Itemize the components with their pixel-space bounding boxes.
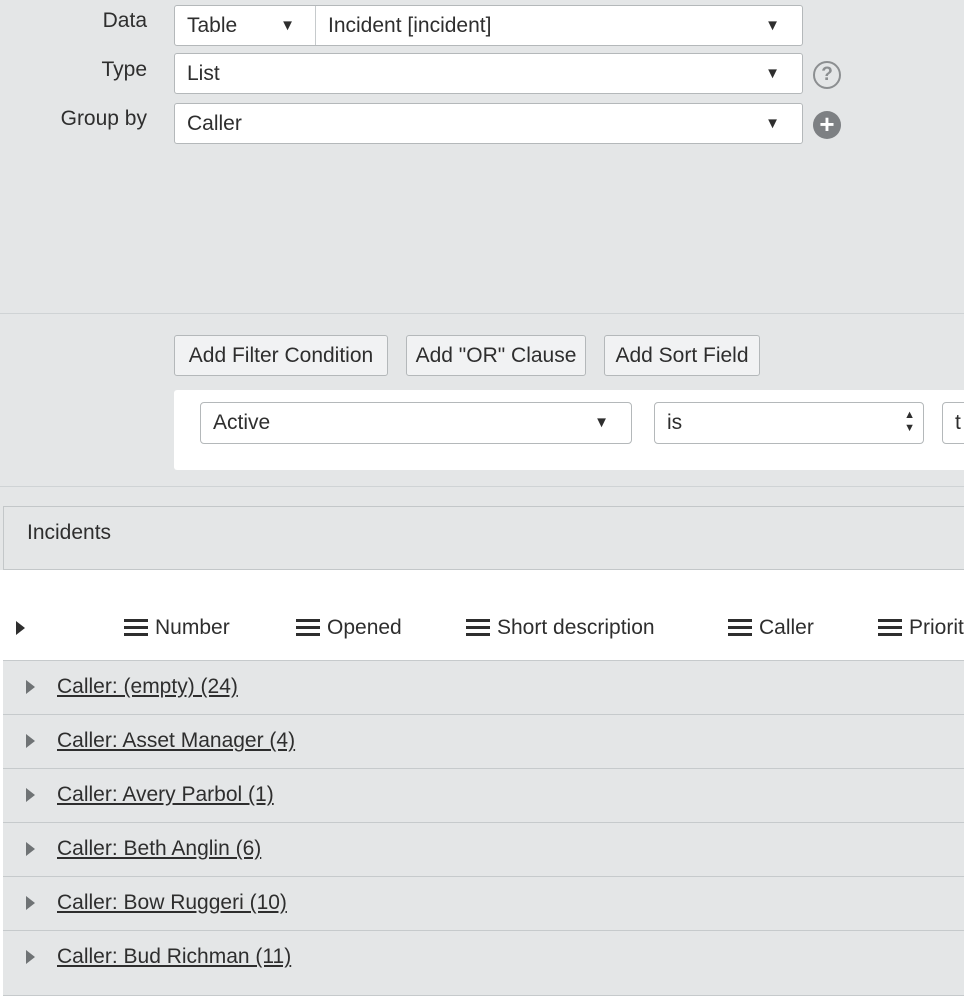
list-preview: Number Opened Short description Caller P… bbox=[0, 570, 964, 996]
triangle-right-icon[interactable] bbox=[26, 896, 35, 910]
add-sort-field-button[interactable]: Add Sort Field bbox=[604, 335, 760, 376]
group-row[interactable]: Caller: (empty) (24) bbox=[3, 660, 964, 714]
condition-field-select[interactable]: Active ▼ bbox=[200, 402, 632, 444]
column-header-number[interactable]: Number bbox=[124, 616, 230, 640]
add-or-clause-button[interactable]: Add "OR" Clause bbox=[406, 335, 586, 376]
group-row[interactable]: Caller: Bud Richman (11) bbox=[3, 930, 964, 996]
group-link[interactable]: Caller: Asset Manager (4) bbox=[57, 729, 295, 753]
column-header-priority[interactable]: Priority bbox=[878, 616, 964, 640]
data-select-group: Table ▼ Incident [incident] ▼ bbox=[174, 5, 803, 46]
help-circle-icon[interactable]: ? bbox=[813, 61, 841, 89]
triangle-right-icon[interactable] bbox=[26, 950, 35, 964]
data-table-select[interactable]: Incident [incident] ▼ bbox=[316, 6, 802, 45]
hamburger-icon[interactable] bbox=[124, 619, 148, 636]
triangle-right-icon[interactable] bbox=[26, 842, 35, 856]
group-link[interactable]: Caller: Bow Ruggeri (10) bbox=[57, 891, 287, 915]
condition-field-value: Active bbox=[213, 411, 271, 434]
data-table-value: Incident [incident] bbox=[328, 14, 492, 37]
add-circle-icon[interactable]: + bbox=[813, 111, 841, 139]
column-header-short-description[interactable]: Short description bbox=[466, 616, 655, 640]
condition-operator-value: is bbox=[667, 411, 683, 434]
caret-down-icon: ▼ bbox=[765, 65, 780, 82]
spinner-updown-icon: ▲ ▼ bbox=[904, 409, 915, 434]
report-config-panel: Data Table ▼ Incident [incident] ▼ Type … bbox=[0, 0, 964, 314]
group-row[interactable]: Caller: Beth Anglin (6) bbox=[3, 822, 964, 876]
triangle-right-icon[interactable] bbox=[26, 788, 35, 802]
data-label: Data bbox=[102, 9, 147, 32]
condition-value-select[interactable]: t bbox=[942, 402, 964, 444]
group-by-label: Group by bbox=[60, 107, 147, 130]
add-filter-condition-button[interactable]: Add Filter Condition bbox=[174, 335, 388, 376]
hamburger-icon[interactable] bbox=[466, 619, 490, 636]
hamburger-icon[interactable] bbox=[728, 619, 752, 636]
column-label: Short description bbox=[497, 616, 655, 639]
column-label: Opened bbox=[327, 616, 402, 639]
group-link[interactable]: Caller: (empty) (24) bbox=[57, 675, 238, 699]
group-row[interactable]: Caller: Avery Parbol (1) bbox=[3, 768, 964, 822]
triangle-right-icon[interactable] bbox=[16, 621, 25, 635]
group-link[interactable]: Caller: Avery Parbol (1) bbox=[57, 783, 274, 807]
column-header-caller[interactable]: Caller bbox=[728, 616, 814, 640]
data-source-type-value: Table bbox=[187, 14, 238, 37]
condition-operator-select[interactable]: is ▲ ▼ bbox=[654, 402, 924, 444]
caret-down-icon: ▼ bbox=[594, 414, 609, 431]
caret-down-icon: ▼ bbox=[765, 17, 780, 34]
filter-condition-row: Active ▼ is ▲ ▼ t bbox=[174, 390, 964, 470]
group-row[interactable]: Caller: Asset Manager (4) bbox=[3, 714, 964, 768]
group-by-value: Caller bbox=[187, 112, 242, 135]
caret-down-icon: ▼ bbox=[765, 115, 780, 132]
triangle-right-icon[interactable] bbox=[26, 680, 35, 694]
column-label: Priority bbox=[909, 616, 964, 639]
group-row[interactable]: Caller: Bow Ruggeri (10) bbox=[3, 876, 964, 930]
condition-value-value: t bbox=[955, 411, 961, 434]
hamburger-icon[interactable] bbox=[878, 619, 902, 636]
caret-down-icon: ▼ bbox=[280, 17, 295, 34]
type-value: List bbox=[187, 62, 220, 85]
triangle-right-icon[interactable] bbox=[26, 734, 35, 748]
filter-panel: Add Filter Condition Add "OR" Clause Add… bbox=[0, 315, 964, 487]
column-label: Caller bbox=[759, 616, 814, 639]
column-label: Number bbox=[155, 616, 230, 639]
type-select[interactable]: List ▼ bbox=[174, 53, 803, 94]
column-header-opened[interactable]: Opened bbox=[296, 616, 402, 640]
group-link[interactable]: Caller: Bud Richman (11) bbox=[57, 945, 291, 969]
hamburger-icon[interactable] bbox=[296, 619, 320, 636]
preview-title: Incidents bbox=[3, 506, 964, 570]
group-link[interactable]: Caller: Beth Anglin (6) bbox=[57, 837, 261, 861]
data-source-type-select[interactable]: Table ▼ bbox=[175, 6, 315, 45]
group-by-select[interactable]: Caller ▼ bbox=[174, 103, 803, 144]
type-label: Type bbox=[101, 58, 147, 81]
